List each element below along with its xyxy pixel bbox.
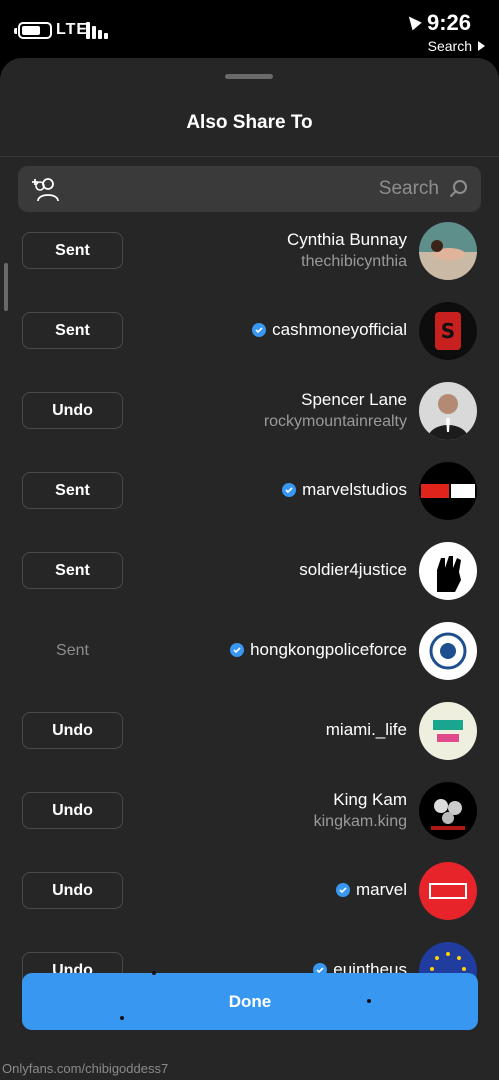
location-arrow-icon xyxy=(404,12,422,31)
contact-name: Cynthia Bunnay xyxy=(286,230,407,249)
verified-badge-icon xyxy=(230,643,245,657)
search-input[interactable]: Search xyxy=(18,166,481,212)
contact-name: King Kam xyxy=(333,790,407,809)
avatar[interactable] xyxy=(419,382,477,440)
title-divider xyxy=(0,156,499,157)
sent-button[interactable]: Sent xyxy=(22,552,123,589)
back-to-search-link[interactable]: Search xyxy=(428,38,485,54)
contact-row[interactable]: Undo miami._life xyxy=(0,700,499,780)
watermark: Onlyfans.com/chibigoddess7 xyxy=(2,1061,169,1076)
contact-row[interactable]: Sent marvelstudios xyxy=(0,460,499,540)
search-placeholder: Search xyxy=(378,178,439,199)
contact-name: Spencer Lane xyxy=(301,390,407,409)
contact-name: marvelstudios xyxy=(302,480,407,499)
contact-handle: thechibicynthia xyxy=(301,253,407,270)
avatar[interactable] xyxy=(419,862,477,920)
back-arrow-icon xyxy=(478,41,485,51)
contact-row[interactable]: Undo Spencer Lane rockymountainrealty xyxy=(0,380,499,460)
sent-button[interactable]: Sent xyxy=(22,312,123,349)
contact-row[interactable]: Sent cashmoneyofficial S xyxy=(0,300,499,380)
avatar[interactable] xyxy=(419,462,477,520)
sent-button[interactable]: Sent xyxy=(22,472,123,509)
avatar[interactable] xyxy=(419,542,477,600)
back-label: Search xyxy=(427,38,472,54)
contact-name: marvel xyxy=(355,880,407,899)
contact-handle: kingkam.king xyxy=(313,813,407,830)
svg-text:S: S xyxy=(441,319,455,343)
contact-row[interactable]: Undo King Kam kingkam.king xyxy=(0,780,499,860)
contact-row[interactable]: Sent Cynthia Bunnay thechibicynthia xyxy=(0,220,499,300)
contact-row[interactable]: Sent soldier4justice xyxy=(0,540,499,620)
signal-icon xyxy=(86,22,110,39)
verified-badge-icon xyxy=(282,483,297,497)
verified-badge-icon xyxy=(335,883,350,897)
network-type: LTE xyxy=(56,21,89,38)
contact-name: miami._life xyxy=(325,720,407,739)
share-sheet: Also Share To Search Sent Cynthia Bunnay… xyxy=(0,58,499,1080)
undo-button[interactable]: Undo xyxy=(22,712,123,749)
avatar[interactable] xyxy=(419,222,477,280)
contact-row[interactable]: Undo marvel xyxy=(0,860,499,940)
contact-handle: rockymountainrealty xyxy=(263,413,407,430)
avatar[interactable] xyxy=(419,622,477,680)
search-icon xyxy=(450,180,467,197)
contact-row[interactable]: Sent hongkongpoliceforce xyxy=(0,620,499,700)
avatar[interactable] xyxy=(419,702,477,760)
contact-name: hongkongpoliceforce xyxy=(250,640,407,659)
screen-speck xyxy=(367,999,371,1003)
add-people-icon[interactable] xyxy=(28,176,60,202)
contact-name: soldier4justice xyxy=(299,560,407,579)
battery-icon xyxy=(14,22,52,39)
sent-status: Sent xyxy=(56,641,89,659)
verified-badge-icon xyxy=(252,323,267,337)
sent-button[interactable]: Sent xyxy=(22,232,123,269)
screen-speck xyxy=(120,1016,124,1020)
done-button[interactable]: Done xyxy=(22,973,478,1030)
screen-speck xyxy=(152,971,156,975)
status-bar: LTE 9:26 Search xyxy=(0,0,499,58)
sheet-title: Also Share To xyxy=(186,112,313,133)
sheet-grabber[interactable] xyxy=(225,74,273,79)
contact-name: cashmoneyofficial xyxy=(272,320,407,339)
undo-button[interactable]: Undo xyxy=(22,872,123,909)
status-time: 9:26 xyxy=(426,10,471,35)
avatar[interactable] xyxy=(419,782,477,840)
undo-button[interactable]: Undo xyxy=(22,392,123,429)
avatar[interactable]: S xyxy=(419,302,477,360)
undo-button[interactable]: Undo xyxy=(22,792,123,829)
